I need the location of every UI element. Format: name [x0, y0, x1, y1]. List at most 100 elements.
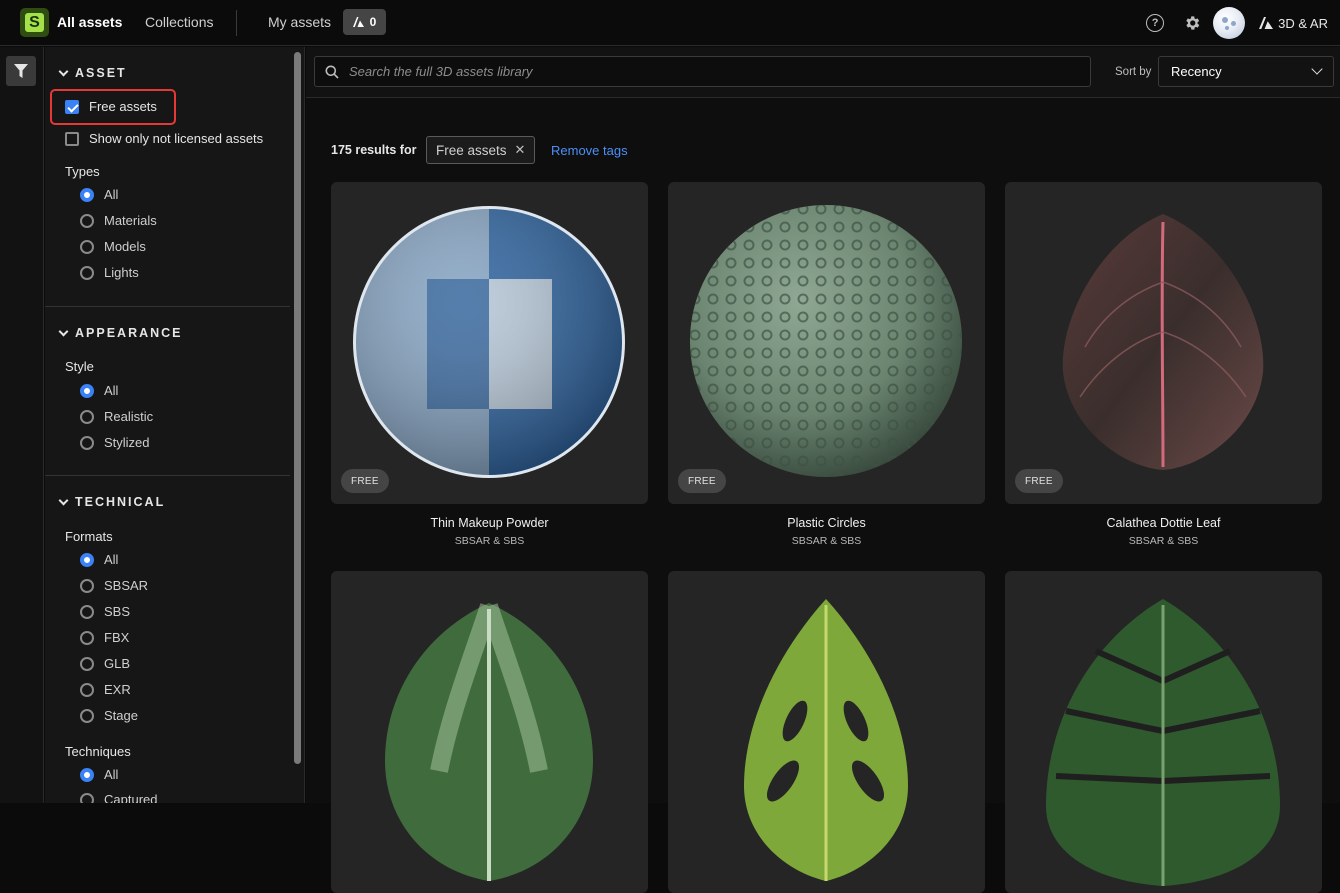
help-icon[interactable]: ? — [1146, 14, 1165, 32]
cart-count: 0 — [369, 15, 377, 29]
radio-label: Lights — [104, 265, 139, 280]
checkbox-checked[interactable] — [65, 99, 79, 114]
section-title: TECHNICAL — [75, 495, 166, 509]
not-licensed-checkbox[interactable]: Show only not licensed assets — [65, 131, 263, 146]
radio-unselected[interactable] — [80, 578, 94, 593]
asset-thumbnail[interactable]: FREE — [1005, 182, 1322, 504]
close-icon[interactable]: ✕ — [515, 142, 526, 158]
radio-technique-all[interactable]: All — [80, 767, 118, 782]
asset-card[interactable] — [1005, 571, 1322, 893]
radio-style-realistic[interactable]: Realistic — [80, 409, 153, 424]
radio-style-all[interactable]: All — [80, 383, 118, 398]
filter-icon — [14, 63, 28, 78]
remove-tags-link[interactable]: Remove tags — [551, 143, 628, 158]
radio-unselected[interactable] — [80, 265, 94, 280]
radio-unselected[interactable] — [80, 409, 94, 424]
radio-unselected[interactable] — [80, 708, 94, 723]
active-filter-tag[interactable]: Free assets ✕ — [426, 136, 536, 164]
asset-title[interactable]: Thin Makeup Powder — [331, 516, 648, 530]
radio-type-lights[interactable]: Lights — [80, 265, 139, 280]
top-right-controls: ? 3D & AR — [1146, 6, 1328, 40]
cart-badge[interactable]: 0 — [343, 9, 386, 35]
radio-unselected[interactable] — [80, 604, 94, 619]
radio-type-materials[interactable]: Materials — [80, 213, 157, 228]
radio-label: Captured — [104, 792, 158, 803]
radio-format-all[interactable]: All — [80, 552, 118, 567]
radio-label: All — [104, 552, 119, 567]
radio-format-glb[interactable]: GLB — [80, 656, 130, 671]
asset-thumbnail[interactable]: FREE — [331, 182, 648, 504]
section-asset-header[interactable]: ASSET — [58, 66, 127, 80]
search-box[interactable] — [314, 56, 1091, 87]
sidebar-scrollbar[interactable] — [294, 52, 301, 764]
asset-thumbnail[interactable] — [668, 571, 985, 893]
radio-format-sbs[interactable]: SBS — [80, 604, 130, 619]
radio-type-models[interactable]: Models — [80, 239, 146, 254]
asset-thumbnail[interactable] — [1005, 571, 1322, 893]
avatar-dot — [1225, 26, 1230, 30]
checkbox-unchecked[interactable] — [65, 131, 79, 146]
tab-collections[interactable]: Collections — [145, 14, 213, 30]
radio-label: Realistic — [104, 409, 154, 424]
radio-technique-captured[interactable]: Captured — [80, 792, 157, 803]
sort-dropdown[interactable]: Recency — [1158, 56, 1334, 87]
search-toolbar: Sort by Recency — [306, 47, 1340, 98]
leaf-image — [744, 599, 908, 881]
radio-selected[interactable] — [80, 187, 94, 202]
app-switcher[interactable]: 3D & AR — [1259, 16, 1328, 31]
free-assets-checkbox[interactable]: Free assets — [65, 99, 157, 114]
main-content: Sort by Recency 175 results for Free ass… — [306, 47, 1340, 893]
asset-title[interactable]: Calathea Dottie Leaf — [1005, 516, 1322, 530]
radio-label: Stylized — [104, 435, 150, 450]
filter-sidebar: ASSET Free assets Show only not licensed… — [45, 47, 305, 803]
plastic-sphere-image — [690, 205, 962, 477]
radio-label: All — [104, 767, 119, 782]
radio-format-fbx[interactable]: FBX — [80, 630, 129, 645]
user-avatar[interactable] — [1213, 7, 1246, 39]
asset-card[interactable] — [331, 571, 648, 893]
asset-thumbnail[interactable] — [331, 571, 648, 893]
substance-logo[interactable]: S — [20, 8, 49, 37]
radio-unselected[interactable] — [80, 213, 94, 228]
section-appearance-header[interactable]: APPEARANCE — [58, 326, 183, 340]
calathea-leaf-image — [1062, 214, 1264, 470]
radio-unselected[interactable] — [80, 792, 94, 803]
radio-unselected[interactable] — [80, 435, 94, 450]
adobe-icon — [352, 17, 364, 27]
radio-style-stylized[interactable]: Stylized — [80, 435, 150, 450]
radio-selected[interactable] — [80, 552, 94, 567]
radio-label: Models — [104, 239, 146, 254]
radio-unselected[interactable] — [80, 239, 94, 254]
style-label: Style — [65, 359, 94, 374]
search-icon — [325, 65, 339, 79]
asset-card[interactable] — [668, 571, 985, 893]
asset-card[interactable]: FREE Thin Makeup Powder SBSAR & SBS — [331, 182, 648, 547]
gear-icon[interactable] — [1183, 14, 1201, 32]
techniques-label: Techniques — [65, 744, 131, 759]
search-input[interactable] — [349, 64, 1049, 79]
radio-label: SBS — [104, 604, 131, 619]
radio-format-sbsar[interactable]: SBSAR — [80, 578, 148, 593]
asset-card[interactable]: FREE Calathea Dottie Leaf SBSAR & SBS — [1005, 182, 1322, 547]
asset-card[interactable]: FREE Plastic Circles SBSAR & SBS — [668, 182, 985, 547]
radio-unselected[interactable] — [80, 656, 94, 671]
chevron-down-icon — [58, 326, 69, 336]
logo-letter: S — [25, 13, 44, 32]
asset-title[interactable]: Plastic Circles — [668, 516, 985, 530]
tab-all-assets[interactable]: All assets — [57, 14, 122, 30]
asset-thumbnail[interactable]: FREE — [668, 182, 985, 504]
section-technical-header[interactable]: TECHNICAL — [58, 495, 166, 509]
radio-type-all[interactable]: All — [80, 187, 118, 202]
help-glyph: ? — [1151, 17, 1159, 29]
radio-unselected[interactable] — [80, 630, 94, 645]
radio-format-stage[interactable]: Stage — [80, 708, 138, 723]
radio-selected[interactable] — [80, 383, 94, 398]
checkbox-label: Free assets — [89, 99, 157, 114]
filter-toggle-button[interactable] — [6, 56, 36, 86]
radio-selected[interactable] — [80, 767, 94, 782]
radio-format-exr[interactable]: EXR — [80, 682, 131, 697]
radio-unselected[interactable] — [80, 682, 94, 697]
my-assets-link[interactable]: My assets — [268, 14, 331, 30]
powder-sphere-image — [353, 206, 625, 478]
formats-label: Formats — [65, 529, 113, 544]
